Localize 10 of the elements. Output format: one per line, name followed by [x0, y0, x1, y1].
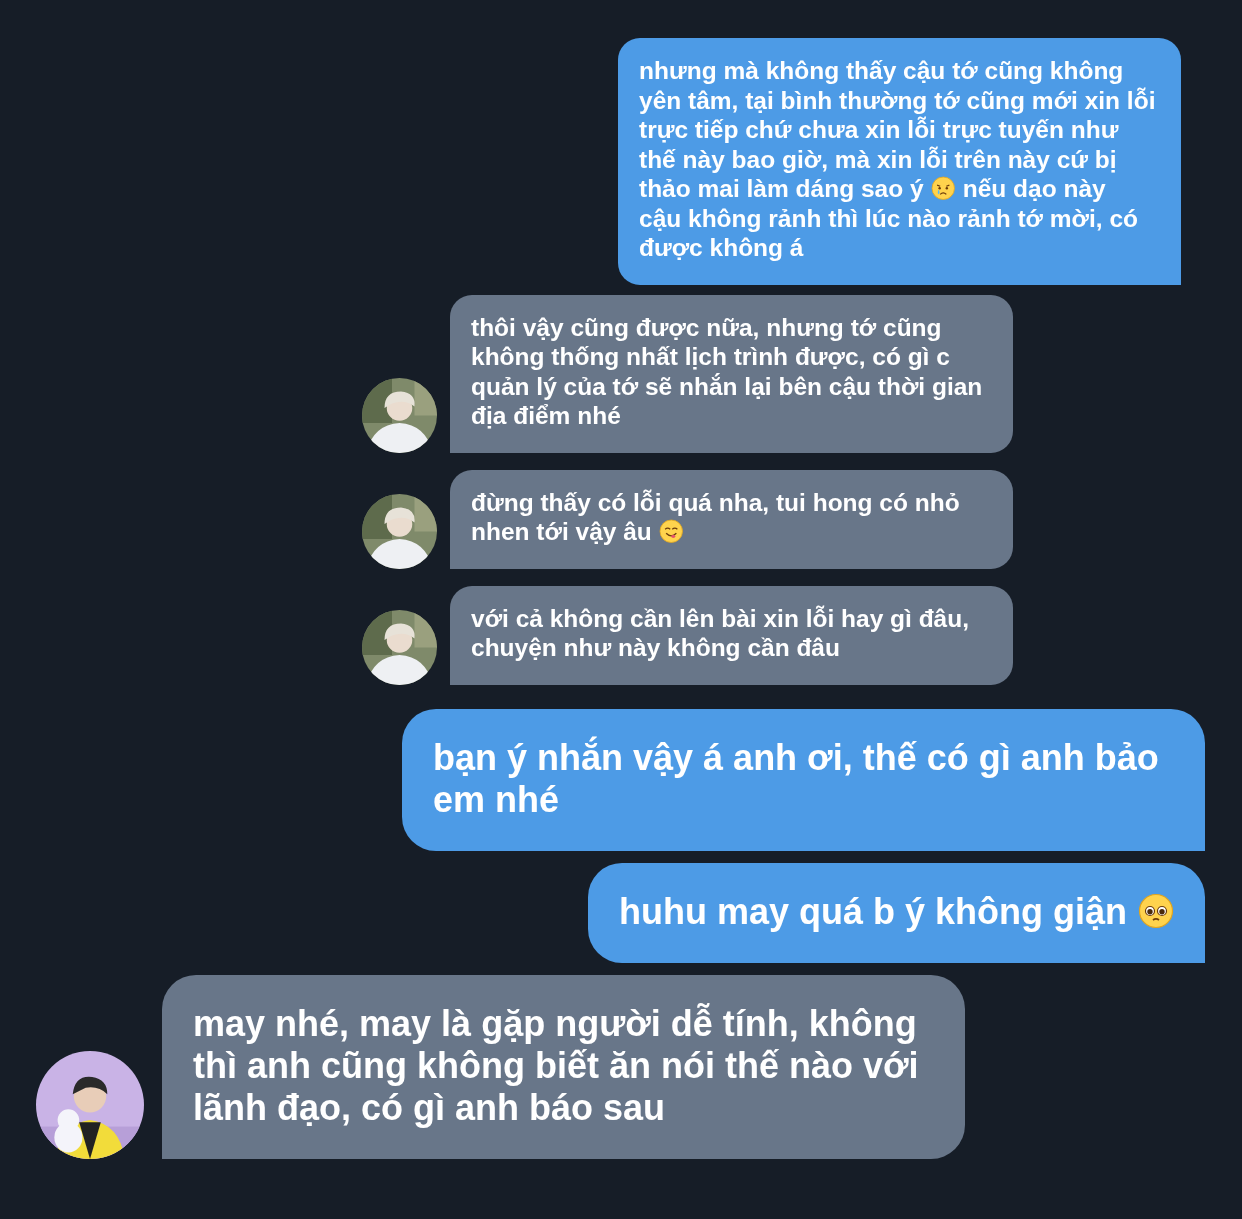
message-text: nhen tới vậy âu [471, 518, 652, 545]
message-text: với cả không cần lên bài xin lỗi hay gì đâu, chuyện như này không cần đâu [471, 604, 969, 661]
message-text: nếu dạo này [962, 175, 1106, 202]
message-text: cậu không rảnh thì lúc nào rảnh tớ mời, có được không á [639, 204, 1139, 261]
message-text: thôi vậy cũng được nữa, nhưng tớ cũng không thống nhất lịch trình được, có gì c quản lý của tớ sẽ nhắn lại bên cậu thời gian địa điểm nhé [471, 313, 983, 429]
message-text: bạn ý nhắn vậy á anh ơi, thế có gì anh bảo em nhé [433, 736, 1159, 820]
message-text: thảo mai làm dáng sao ý [639, 175, 924, 202]
message-text: may nhé, may là gặp người dễ tính, không thì anh cũng không biết ăn nói thế nào với lãnh đạo, có gì anh báo sau [193, 1002, 919, 1128]
message-text: đừng thấy có lỗi quá nha, tui hong có nhỏ [471, 488, 960, 516]
message-text: huhu may quá b ý không giận [619, 890, 1128, 932]
